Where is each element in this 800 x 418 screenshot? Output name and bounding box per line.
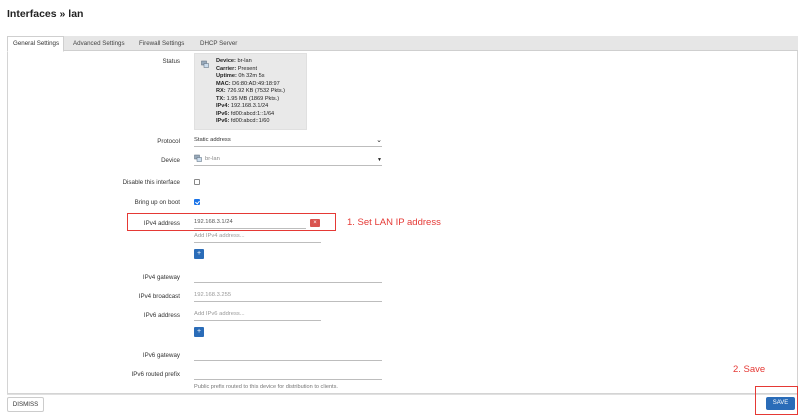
tab-advanced-settings[interactable]: Advanced Settings — [68, 36, 130, 51]
dropdown-triangle-icon: ▼ — [377, 157, 382, 163]
highlight-ipv4-address — [127, 213, 336, 231]
device-value: br-lan — [205, 156, 220, 162]
network-device-icon — [201, 60, 209, 68]
status-box: Device: br-lan Carrier: Present Uptime: … — [194, 53, 307, 130]
ipv6-routed-prefix-hint: Public prefix routed to this device for … — [194, 384, 338, 390]
add-ipv4-address-input[interactable]: Add IPv4 address... — [194, 231, 321, 243]
highlight-save — [755, 386, 798, 415]
tab-general-settings[interactable]: General Settings — [7, 36, 64, 52]
device-select[interactable]: br-lan ▼ — [194, 154, 382, 166]
add-ipv6-address-input[interactable]: Add IPv6 address... — [194, 309, 321, 321]
bring-up-on-boot-checkbox[interactable] — [194, 199, 200, 205]
disable-interface-label: Disable this interface — [122, 179, 180, 186]
add-ipv4-address-button[interactable]: + — [194, 249, 204, 259]
ipv6-routed-prefix-input[interactable] — [194, 368, 382, 380]
settings-panel — [7, 36, 798, 394]
protocol-value: Static address — [194, 137, 231, 143]
ipv6-routed-prefix-label: IPv6 routed prefix — [131, 371, 181, 378]
ipv4-broadcast-input[interactable]: 192.168.3.255 — [194, 290, 382, 302]
bring-up-on-boot-label: Bring up on boot — [134, 199, 180, 206]
protocol-label: Protocol — [157, 138, 180, 145]
protocol-select[interactable]: Static address ⌄ — [194, 135, 382, 147]
status-label: Status — [162, 58, 180, 65]
ipv6-address-label: IPv6 address — [143, 312, 180, 319]
annotation-step1: 1. Set LAN IP address — [347, 217, 441, 228]
ipv4-gateway-input[interactable] — [194, 271, 382, 283]
page-title: Interfaces » lan — [7, 8, 84, 20]
ipv4-gateway-label: IPv4 gateway — [142, 274, 180, 281]
disable-interface-checkbox[interactable] — [194, 179, 200, 185]
dismiss-button[interactable]: DISMISS — [7, 397, 44, 412]
chevron-down-icon: ⌄ — [376, 137, 382, 144]
ipv4-broadcast-label: IPv4 broadcast — [138, 293, 180, 300]
tab-bar: General Settings Advanced Settings Firew… — [7, 36, 798, 52]
network-device-icon — [194, 154, 202, 162]
ipv6-gateway-input[interactable] — [194, 349, 382, 361]
status-lines: Device: br-lan Carrier: Present Uptime: … — [216, 58, 286, 124]
footer-divider — [7, 394, 798, 395]
add-ipv6-address-button[interactable]: + — [194, 327, 204, 337]
ipv6-gateway-label: IPv6 gateway — [142, 352, 180, 359]
tab-firewall-settings[interactable]: Firewall Settings — [134, 36, 189, 51]
tab-dhcp-server[interactable]: DHCP Server — [195, 36, 242, 51]
annotation-step2: 2. Save — [733, 364, 766, 375]
device-label: Device — [161, 157, 180, 164]
